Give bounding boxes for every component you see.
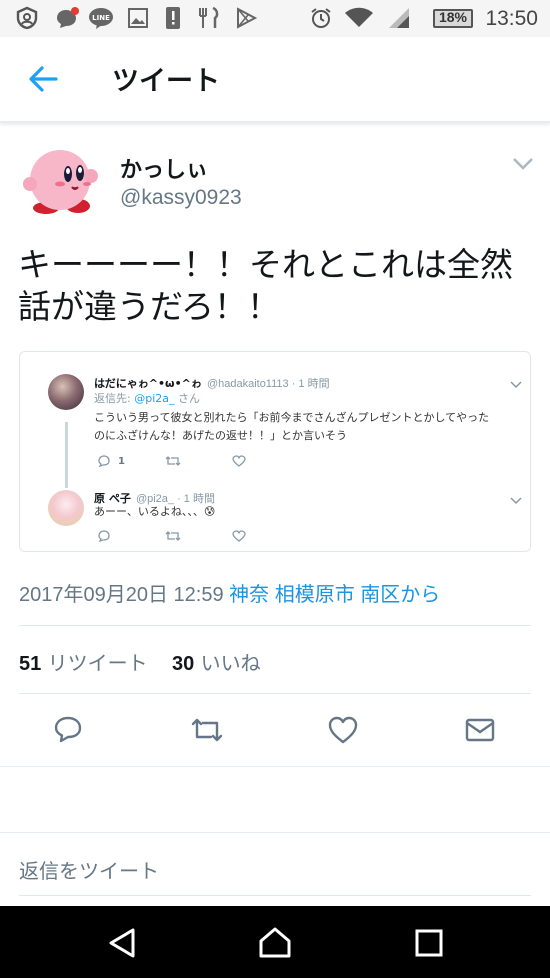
reply-input[interactable]: 返信をツイート	[19, 855, 159, 884]
notification-app-icon	[54, 7, 80, 29]
app-header: ツイート	[0, 37, 550, 123]
back-nav-icon[interactable]	[106, 926, 140, 960]
wifi-icon	[344, 7, 374, 29]
divider	[0, 832, 550, 833]
embedded-avatar-2	[48, 490, 84, 526]
retweet-icon[interactable]	[190, 714, 223, 746]
direct-message-icon[interactable]	[464, 714, 496, 746]
reply-prefix: 返信先:	[94, 392, 131, 405]
embedded-reply-count: 1	[118, 456, 125, 467]
avatar[interactable]	[20, 146, 100, 218]
divider	[19, 625, 531, 626]
embedded-name-1: はだにゃゎ^•ω•^ゎ	[94, 377, 202, 390]
display-name[interactable]: かっしぃ	[120, 152, 208, 184]
embedded-reply-to: 返信先: @pi2a_ さん	[94, 390, 200, 406]
tweet-text: キーーーー！！それとこれは全然話が違うだろ！！	[18, 245, 513, 326]
embedded-retweet-icon-2	[165, 530, 181, 545]
embedded-retweet-icon-1	[165, 455, 181, 470]
like-count[interactable]: 30	[172, 653, 194, 675]
embedded-like-icon-1	[232, 455, 246, 470]
gallery-icon	[127, 7, 149, 29]
embedded-text-1a: こういう男って彼女と別れたら「お前今までさんざんプレゼントとかしてやった	[94, 411, 490, 424]
reply-icon[interactable]	[52, 714, 84, 746]
battery-icon: 18%	[433, 9, 473, 28]
embedded-text-1b: のにふざけんな！あげたの返せ！！」とか言いそう	[94, 429, 347, 442]
signal-icon	[386, 7, 412, 29]
reply-suffix: さん	[178, 392, 200, 405]
embedded-chevron-icon-1	[510, 374, 522, 393]
play-store-icon	[234, 7, 258, 29]
divider	[0, 766, 550, 767]
svg-text:LINE: LINE	[92, 14, 110, 22]
back-arrow-icon[interactable]	[26, 63, 60, 95]
restaurant-icon	[196, 6, 222, 29]
alert-icon	[164, 7, 182, 29]
embedded-reply-icon-1	[97, 455, 111, 470]
tweet-meta: 2017年09月20日 12:59 神奈 相模原市 南区から	[19, 578, 440, 607]
tweet-stats: 51 リツイート 30 いいね	[19, 647, 261, 676]
embedded-reply-icon-2	[97, 530, 111, 545]
retweet-label[interactable]: リツイート	[48, 651, 148, 675]
line-icon: LINE	[88, 7, 114, 29]
thread-line	[65, 422, 68, 488]
chevron-down-icon[interactable]	[512, 156, 534, 170]
user-handle[interactable]: @kassy0923	[120, 186, 242, 210]
attached-image[interactable]: はだにゃゎ^•ω•^ゎ @hadakaito1113 · 1 時間 返信先: @…	[19, 351, 531, 552]
recents-nav-icon[interactable]	[412, 926, 446, 960]
alarm-icon	[308, 7, 334, 29]
timestamp: 2017年09月20日 12:59	[19, 584, 224, 606]
embedded-handle-1: @hadakaito1113 · 1 時間	[206, 378, 330, 390]
divider	[19, 895, 531, 896]
like-label[interactable]: いいね	[201, 651, 261, 675]
embedded-text-2: あーー、いるよね、、、😰	[94, 505, 216, 518]
embedded-avatar-1	[48, 374, 84, 410]
battery-level: 18%	[438, 9, 468, 25]
home-nav-icon[interactable]	[258, 926, 292, 960]
cut-off-text	[92, 352, 252, 355]
retweet-count[interactable]: 51	[19, 653, 41, 675]
page-title: ツイート	[112, 66, 220, 97]
divider	[19, 693, 531, 694]
location-link[interactable]: 神奈 相模原市 南区から	[229, 584, 440, 606]
status-bar: LINE 18% 13:50	[0, 0, 550, 37]
shield-icon	[14, 6, 40, 30]
like-icon[interactable]	[327, 714, 359, 746]
reply-handle: @pi2a_	[134, 392, 175, 405]
embedded-header-1: はだにゃゎ^•ω•^ゎ @hadakaito1113 · 1 時間	[94, 372, 330, 391]
embedded-chevron-icon-2	[510, 490, 522, 509]
clock: 13:50	[485, 7, 538, 30]
android-nav-bar	[0, 906, 550, 978]
embedded-like-icon-2	[232, 530, 246, 545]
